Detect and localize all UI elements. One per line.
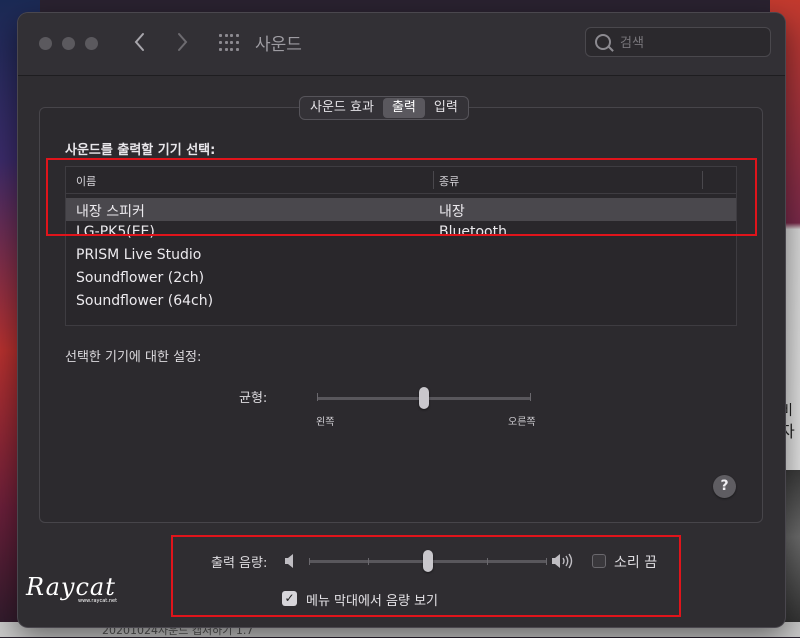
table-row[interactable]: Soundflower (64ch) [66, 290, 736, 313]
device-settings-label: 선택한 기기에 대한 설정: [65, 350, 202, 365]
chevron-right-icon [178, 33, 188, 51]
highlight-box-devices [46, 158, 757, 236]
table-row[interactable]: Soundflower (2ch) [66, 267, 736, 290]
show-all-grid-icon[interactable] [219, 34, 239, 52]
help-button[interactable]: ? [713, 475, 736, 498]
raycat-watermark: Raycat www.raycat.net [18, 570, 117, 610]
device-name: Soundflower (64ch) [76, 293, 214, 309]
search-icon [595, 34, 611, 50]
balance-tick [317, 393, 318, 401]
back-button[interactable] [128, 28, 152, 56]
balance-label: 균형: [239, 391, 268, 406]
search-input[interactable] [618, 33, 762, 53]
highlight-box-volume [171, 535, 681, 617]
tab-output[interactable]: 출력 [382, 98, 425, 118]
chevron-left-icon [134, 33, 144, 51]
table-row[interactable]: PRISM Live Studio [66, 244, 736, 267]
balance-slider-knob[interactable] [418, 387, 429, 409]
watermark-sub: www.raycat.net [78, 598, 118, 604]
close-window-button[interactable] [39, 37, 52, 50]
balance-tick [530, 393, 531, 401]
tab-bar: 사운드 효과 출력 입력 [299, 96, 469, 120]
window-title: 사운드 [255, 35, 302, 55]
title-bar: 사운드 [18, 13, 785, 76]
tab-input[interactable]: 입력 [425, 98, 467, 118]
forward-button[interactable] [170, 28, 194, 56]
balance-left-label: 왼쪽 [316, 417, 335, 428]
watermark-text: Raycat [26, 573, 116, 601]
device-name: PRISM Live Studio [76, 247, 202, 263]
zoom-window-button[interactable] [85, 37, 98, 50]
device-name: Soundflower (2ch) [76, 270, 205, 286]
minimize-window-button[interactable] [62, 37, 75, 50]
search-field[interactable] [585, 27, 771, 57]
output-device-section-label: 사운드를 출력할 기기 선택: [65, 143, 216, 158]
tab-sound-effects[interactable]: 사운드 효과 [301, 98, 383, 118]
balance-right-label: 오른쪽 [508, 417, 536, 428]
